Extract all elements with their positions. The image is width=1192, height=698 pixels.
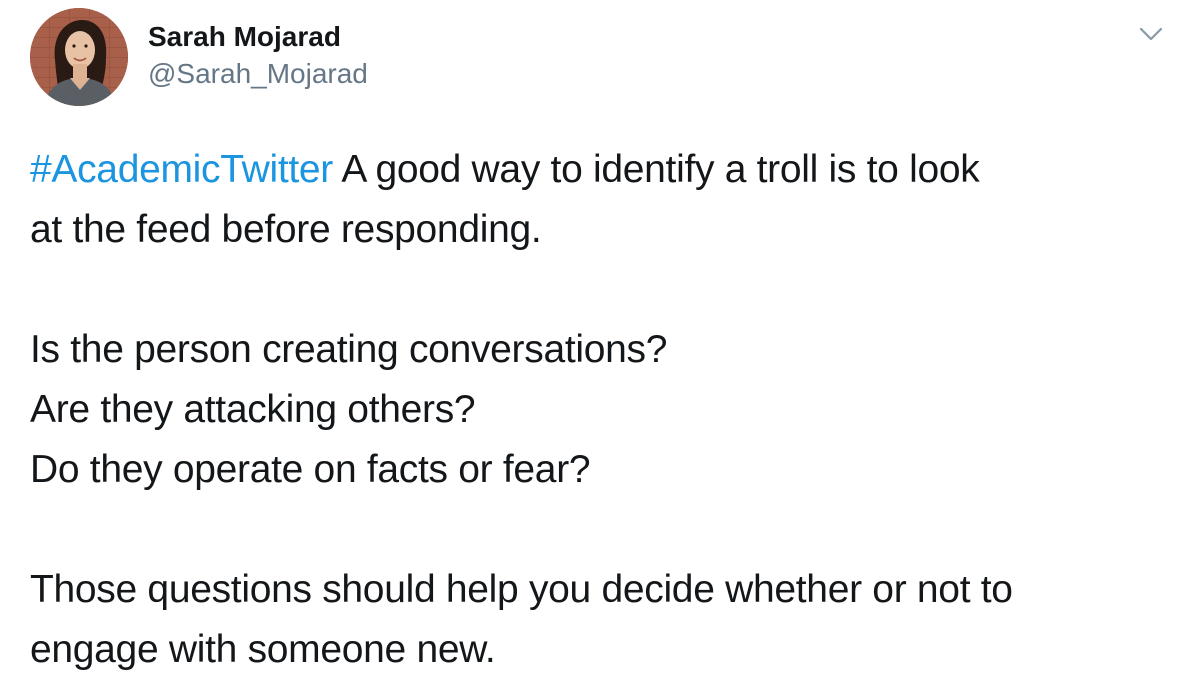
profile-photo-icon [30, 8, 128, 106]
tweet-text: #AcademicTwitter A good way to identify … [30, 140, 1170, 680]
author-names: Sarah Mojarad @Sarah_Mojarad [148, 20, 368, 92]
paragraph-break [30, 260, 1170, 320]
tweet-line-4: Are they attacking others? [30, 388, 476, 431]
tweet-line-3: Is the person creating conversations? [30, 328, 668, 371]
avatar[interactable] [30, 8, 128, 106]
tweet-line-2: at the feed before responding. [30, 208, 542, 251]
tweet-line-1: #AcademicTwitter A good way to identify … [30, 140, 1170, 200]
author-display-name[interactable]: Sarah Mojarad [148, 20, 368, 54]
hashtag-link[interactable]: #AcademicTwitter [30, 148, 333, 191]
chevron-down-icon [1139, 27, 1163, 41]
tweet-header: Sarah Mojarad @Sarah_Mojarad [30, 8, 1170, 108]
paragraph-break [30, 500, 1170, 560]
tweet-line-5: Do they operate on facts or fear? [30, 448, 591, 491]
tweet-line-7: engage with someone new. [30, 628, 496, 671]
author-handle[interactable]: @Sarah_Mojarad [148, 56, 368, 92]
tweet-line-1-text: A good way to identify a troll is to loo… [332, 148, 980, 191]
tweet-card: Sarah Mojarad @Sarah_Mojarad #AcademicTw… [0, 0, 1192, 698]
tweet-line-6: Those questions should help you decide w… [30, 568, 1013, 611]
tweet-menu-button[interactable] [1136, 22, 1166, 46]
